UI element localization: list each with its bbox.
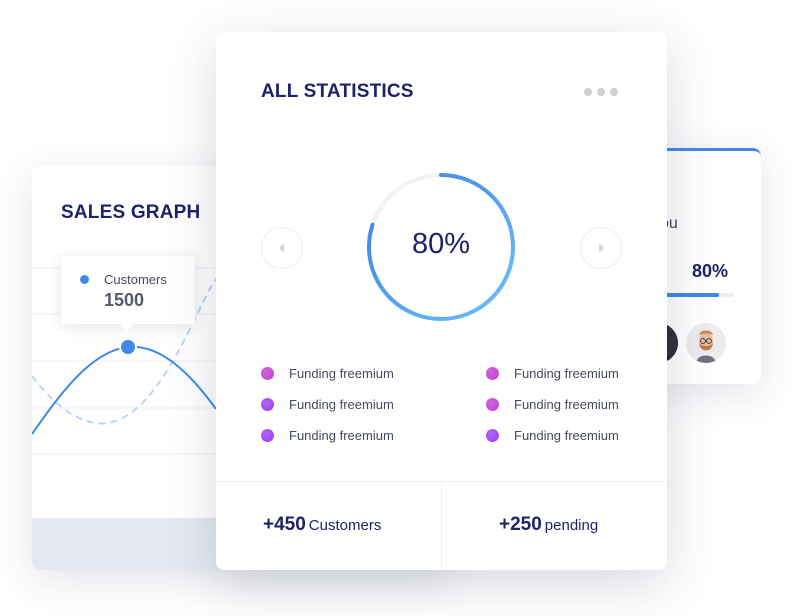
chevron-left-icon bbox=[279, 243, 284, 253]
progress-card-percent: 80% bbox=[692, 261, 729, 281]
more-dot bbox=[597, 88, 605, 96]
footer-stat-label: Customers bbox=[308, 517, 382, 534]
footer-divider bbox=[441, 482, 442, 571]
legend-dot bbox=[486, 429, 499, 442]
legend-label: Funding freemium bbox=[289, 366, 394, 381]
more-options-button[interactable] bbox=[584, 87, 626, 97]
tooltip-label: Customers bbox=[104, 272, 167, 287]
donut-value: 80% bbox=[411, 228, 471, 260]
more-horizontal-icon bbox=[584, 88, 592, 96]
footer-stat-customers: +450 Customers bbox=[263, 514, 381, 536]
footer-stat-label: pending bbox=[544, 517, 599, 534]
statistics-footer: +450 Customers +250 pending bbox=[216, 481, 667, 571]
footer-stat-number: +250 bbox=[499, 514, 542, 535]
next-button[interactable] bbox=[580, 227, 622, 269]
more-dot bbox=[610, 88, 618, 96]
legend-label: Funding freemium bbox=[514, 428, 619, 443]
avatar[interactable] bbox=[686, 323, 726, 363]
highlighted-data-point[interactable] bbox=[119, 338, 137, 356]
legend-dot bbox=[261, 367, 274, 380]
chart-tooltip: Customers 1500 bbox=[61, 256, 195, 331]
footer-stat-pending: +250 pending bbox=[499, 514, 598, 536]
avatar-bearded-man-image bbox=[686, 323, 726, 363]
progress-bar-fill bbox=[660, 293, 720, 297]
tooltip-series-dot bbox=[80, 275, 89, 284]
tooltip-value: 1500 bbox=[104, 290, 145, 310]
legend-label: Funding freemium bbox=[514, 397, 619, 412]
legend-dot bbox=[261, 429, 274, 442]
all-statistics-card: ALL STATISTICS 80% Funding freemium Fundi… bbox=[216, 32, 667, 571]
sales-graph-title: SALES GRAPH bbox=[61, 202, 201, 223]
statistics-title: ALL STATISTICS bbox=[261, 81, 414, 102]
legend-label: Funding freemium bbox=[289, 397, 394, 412]
primary-series-line bbox=[32, 345, 217, 435]
footer-stat-number: +450 bbox=[263, 514, 306, 535]
previous-button[interactable] bbox=[261, 227, 303, 269]
legend-dot bbox=[261, 398, 274, 411]
legend-dot bbox=[486, 398, 499, 411]
legend-label: Funding freemium bbox=[514, 366, 619, 381]
chevron-right-icon bbox=[599, 243, 604, 253]
progress-bar bbox=[660, 293, 734, 297]
legend-dot bbox=[486, 367, 499, 380]
legend-label: Funding freemium bbox=[289, 428, 394, 443]
